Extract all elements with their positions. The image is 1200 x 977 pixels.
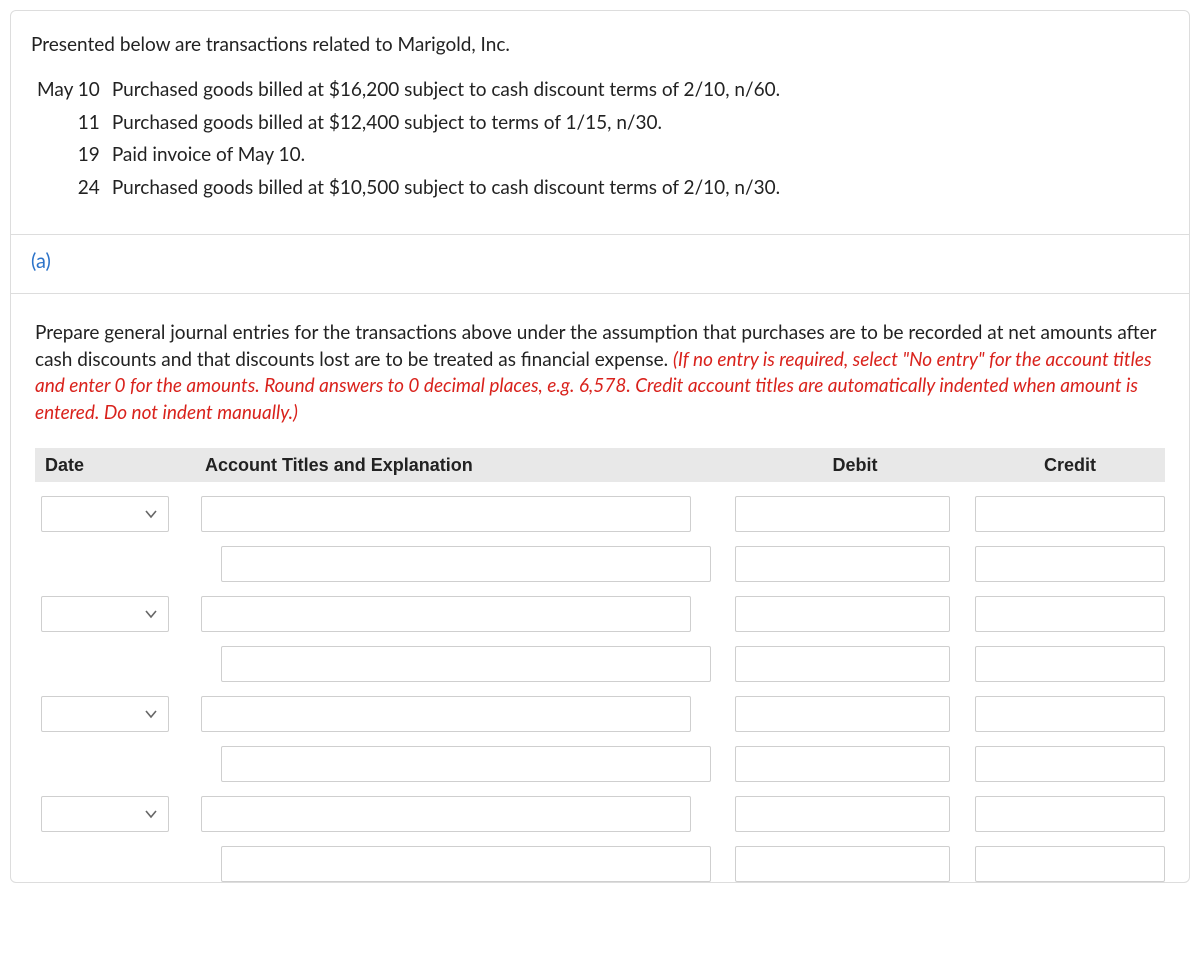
- account-title-input[interactable]: [201, 596, 691, 632]
- header-credit: Credit: [975, 455, 1165, 476]
- credit-input[interactable]: [975, 596, 1165, 632]
- transaction-row: 24 Purchased goods billed at $10,500 sub…: [31, 172, 786, 205]
- transaction-desc: Purchased goods billed at $12,400 subjec…: [106, 107, 786, 140]
- transaction-row: 11 Purchased goods billed at $12,400 sub…: [31, 107, 786, 140]
- journal-row: [35, 746, 1165, 782]
- chevron-down-icon: [144, 507, 158, 521]
- credit-input[interactable]: [975, 646, 1165, 682]
- journal-header: Date Account Titles and Explanation Debi…: [35, 448, 1165, 482]
- journal-row: [35, 496, 1165, 532]
- account-title-input[interactable]: [221, 646, 711, 682]
- debit-input[interactable]: [735, 846, 950, 882]
- account-title-input[interactable]: [221, 546, 711, 582]
- transaction-row: May 10 Purchased goods billed at $16,200…: [31, 74, 786, 107]
- account-title-input[interactable]: [201, 696, 691, 732]
- credit-input[interactable]: [975, 746, 1165, 782]
- transaction-date: May 10: [31, 74, 106, 107]
- journal-row: [35, 546, 1165, 582]
- part-label: (a): [11, 234, 1189, 293]
- date-select[interactable]: [41, 596, 169, 632]
- journal-row: [35, 796, 1165, 832]
- debit-input[interactable]: [735, 646, 950, 682]
- debit-input[interactable]: [735, 746, 950, 782]
- transaction-date: 19: [31, 139, 106, 172]
- debit-input[interactable]: [735, 596, 950, 632]
- account-title-input[interactable]: [201, 796, 691, 832]
- credit-input[interactable]: [975, 796, 1165, 832]
- debit-input[interactable]: [735, 696, 950, 732]
- transaction-date: 24: [31, 172, 106, 205]
- transaction-desc: Purchased goods billed at $16,200 subjec…: [106, 74, 786, 107]
- journal-row: [35, 696, 1165, 732]
- header-account: Account Titles and Explanation: [195, 455, 735, 476]
- transaction-desc: Purchased goods billed at $10,500 subjec…: [106, 172, 786, 205]
- account-title-input[interactable]: [201, 496, 691, 532]
- credit-input[interactable]: [975, 546, 1165, 582]
- date-select[interactable]: [41, 796, 169, 832]
- credit-input[interactable]: [975, 696, 1165, 732]
- account-title-input[interactable]: [221, 846, 711, 882]
- instructions: Prepare general journal entries for the …: [35, 320, 1165, 426]
- journal-row: [35, 846, 1165, 882]
- chevron-down-icon: [144, 607, 158, 621]
- journal-row: [35, 646, 1165, 682]
- journal-entry-grid: Date Account Titles and Explanation Debi…: [35, 448, 1165, 882]
- date-select[interactable]: [41, 696, 169, 732]
- part-body: Prepare general journal entries for the …: [11, 293, 1189, 882]
- account-title-input[interactable]: [221, 746, 711, 782]
- chevron-down-icon: [144, 707, 158, 721]
- transaction-desc: Paid invoice of May 10.: [106, 139, 786, 172]
- date-select[interactable]: [41, 496, 169, 532]
- transactions-table: May 10 Purchased goods billed at $16,200…: [31, 74, 786, 204]
- journal-row: [35, 596, 1165, 632]
- problem-card: Presented below are transactions related…: [10, 10, 1190, 883]
- intro-text: Presented below are transactions related…: [31, 33, 1169, 56]
- header-date: Date: [35, 455, 195, 476]
- header-debit: Debit: [735, 455, 975, 476]
- credit-input[interactable]: [975, 496, 1165, 532]
- transaction-row: 19 Paid invoice of May 10.: [31, 139, 786, 172]
- debit-input[interactable]: [735, 496, 950, 532]
- debit-input[interactable]: [735, 546, 950, 582]
- problem-statement: Presented below are transactions related…: [11, 11, 1189, 234]
- credit-input[interactable]: [975, 846, 1165, 882]
- chevron-down-icon: [144, 807, 158, 821]
- debit-input[interactable]: [735, 796, 950, 832]
- transaction-date: 11: [31, 107, 106, 140]
